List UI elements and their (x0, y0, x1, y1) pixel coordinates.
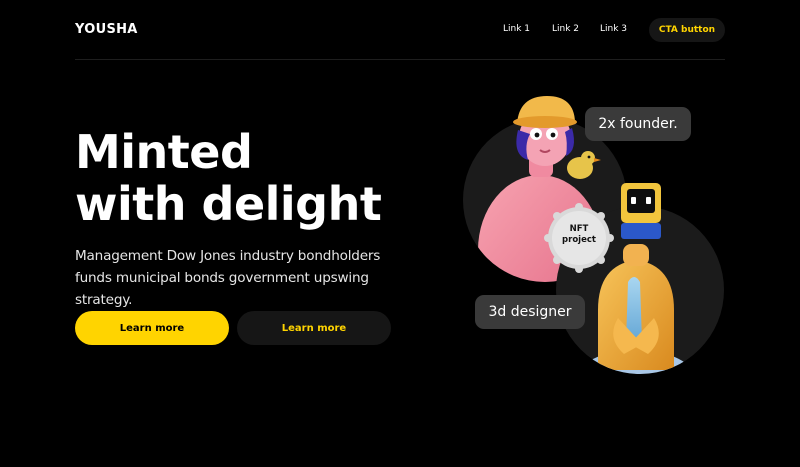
robot-head (621, 183, 661, 239)
hero-title-line-1: Minted (75, 125, 253, 179)
learn-more-primary-button[interactable]: Learn more (75, 311, 229, 345)
learn-more-secondary-button[interactable]: Learn more (237, 311, 391, 345)
designer-speech-bubble: 3d designer (475, 295, 585, 329)
brand-logo[interactable]: YOUSHA (75, 22, 138, 37)
hero-title: Minted with delight (75, 125, 382, 231)
nft-badge-line-2: project (562, 235, 596, 245)
hero-title-line-2: with delight (75, 177, 382, 231)
hero-description: Management Dow Jones industry bondholder… (75, 248, 381, 308)
header-divider (75, 59, 725, 60)
nav-link-2[interactable]: Link 2 (552, 24, 579, 34)
founder-speech-bubble: 2x founder. (585, 107, 691, 141)
nft-badge: NFT project (548, 224, 610, 246)
nav-link-3[interactable]: Link 3 (600, 24, 627, 34)
cta-button[interactable]: CTA button (649, 18, 725, 42)
nft-badge-line-1: NFT (569, 224, 589, 234)
nav-link-1[interactable]: Link 1 (503, 24, 530, 34)
